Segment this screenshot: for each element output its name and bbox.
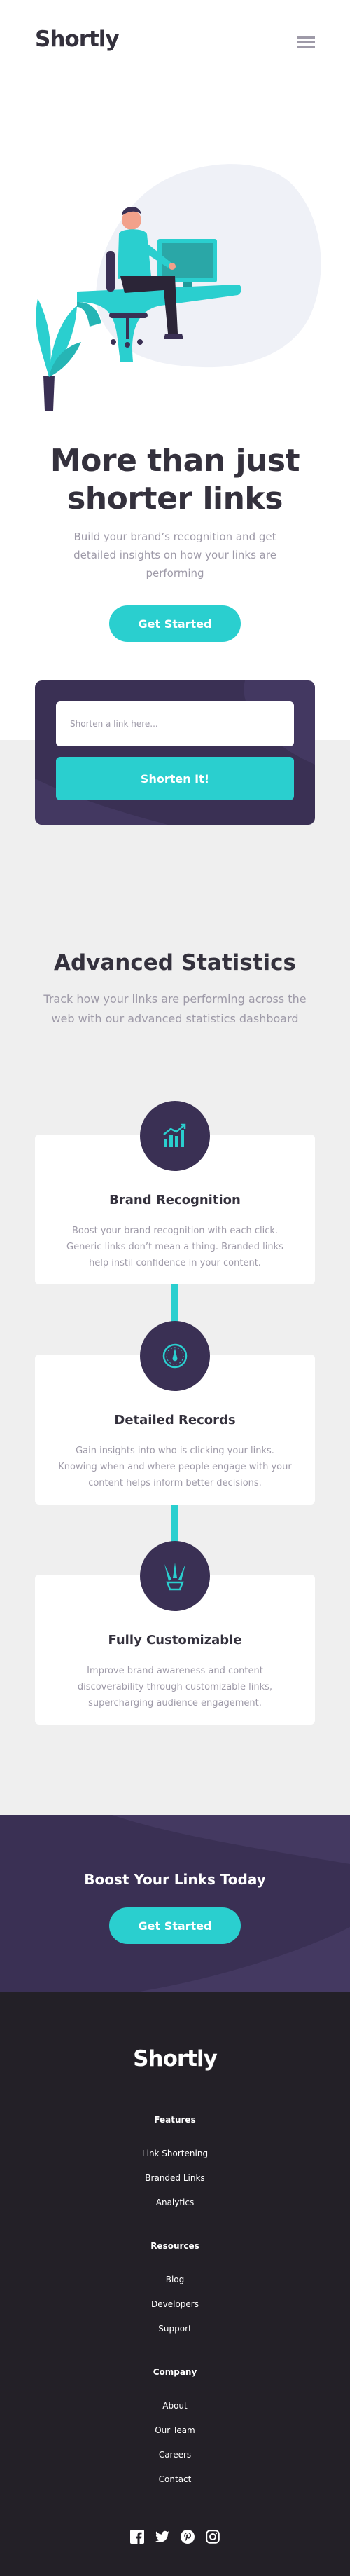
footer-link[interactable]: Support (0, 2317, 350, 2341)
site-header: Shortly (0, 0, 350, 88)
hero-subtitle: Build your brand’s recognition and get d… (74, 530, 276, 580)
statistics-title: Advanced Statistics (54, 950, 296, 975)
hero-title: More than just shorter links (50, 443, 300, 516)
card-title: Brand Recognition (109, 1193, 241, 1207)
card-text: Boost your brand recognition with each c… (66, 1226, 284, 1268)
card-text: Gain insights into who is clicking your … (58, 1446, 292, 1488)
footer-link[interactable]: Our Team (0, 2418, 350, 2443)
pinterest-icon[interactable] (181, 2530, 195, 2544)
feature-card-fully-customizable: Fully Customizable Improve brand awarene… (35, 1541, 315, 1725)
footer-heading: Resources (150, 2241, 200, 2251)
fully-customizable-icon (140, 1541, 210, 1611)
footer-link[interactable]: Link Shortening (0, 2142, 350, 2166)
footer-link[interactable]: Contact (0, 2467, 350, 2492)
footer-link[interactable]: Blog (0, 2268, 350, 2292)
working-illustration (36, 164, 321, 411)
feature-card-brand-recognition: Brand Recognition Boost your brand recog… (35, 1101, 315, 1284)
footer-column-company: Company About Our Team Careers Contact (0, 2363, 350, 2492)
get-started-button[interactable]: Get Started (109, 605, 241, 642)
site-logo[interactable]: Shortly (35, 27, 120, 52)
footer-heading: Company (153, 2367, 197, 2377)
footer-link[interactable]: About (0, 2394, 350, 2418)
feature-card-detailed-records: Detailed Records Gain insights into who … (35, 1321, 315, 1505)
boost-get-started-button[interactable]: Get Started (109, 1907, 241, 1944)
detailed-records-icon (140, 1321, 210, 1391)
footer-column-features: Features Link Shortening Branded Links A… (0, 2111, 350, 2215)
social-links (0, 2530, 350, 2544)
shorten-form: Shorten It! (35, 680, 315, 825)
card-title: Detailed Records (114, 1413, 236, 1427)
shorten-it-button[interactable]: Shorten It! (56, 757, 294, 800)
footer-link[interactable]: Developers (0, 2292, 350, 2317)
footer-link[interactable]: Analytics (0, 2191, 350, 2215)
footer-link[interactable]: Careers (0, 2443, 350, 2467)
footer-column-resources: Resources Blog Developers Support (0, 2237, 350, 2341)
hero-section: More than just shorter links Build your … (0, 88, 350, 740)
boost-title: Boost Your Links Today (84, 1871, 266, 1888)
twitter-icon[interactable] (155, 2530, 169, 2544)
statistics-section: Shorten It! Advanced Statistics Track ho… (0, 680, 350, 1815)
brand-recognition-icon (140, 1101, 210, 1171)
card-title: Fully Customizable (108, 1633, 242, 1647)
footer-heading: Features (154, 2115, 196, 2125)
boost-section: Boost Your Links Today Get Started (0, 1815, 350, 1992)
link-input[interactable] (56, 701, 294, 746)
facebook-icon[interactable] (130, 2530, 144, 2544)
hamburger-menu-icon[interactable] (297, 36, 315, 49)
footer-link[interactable]: Branded Links (0, 2166, 350, 2191)
card-text: Improve brand awareness and content disc… (77, 1666, 273, 1708)
site-footer: Shortly Features Link Shortening Branded… (0, 1992, 350, 2576)
statistics-subtitle: Track how your links are performing acro… (43, 992, 307, 1025)
boost-background-pattern (0, 1815, 350, 1992)
footer-logo[interactable]: Shortly (0, 2046, 350, 2071)
instagram-icon[interactable] (206, 2530, 220, 2544)
